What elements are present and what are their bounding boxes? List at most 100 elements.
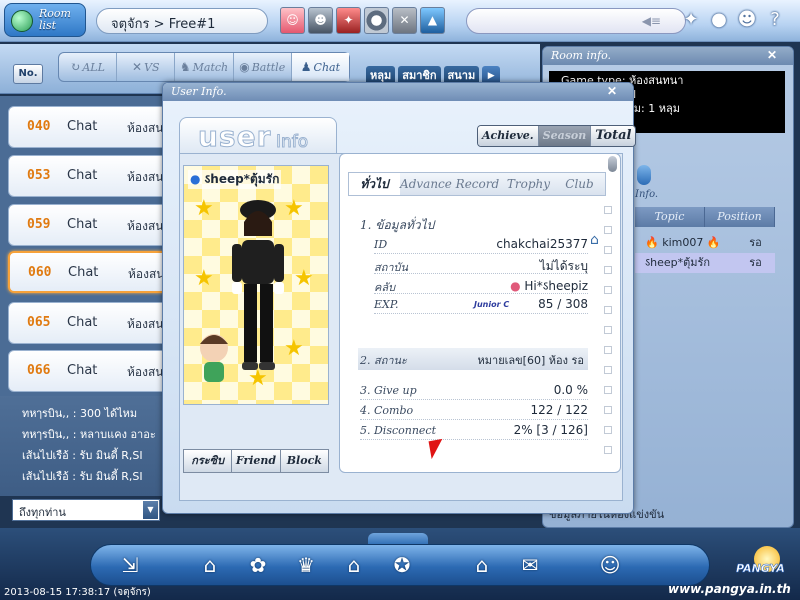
room-row[interactable]: 059 Chat ห้องสน (8, 204, 168, 246)
home-icon[interactable]: ⌂ (590, 232, 599, 248)
info-row-institution: สถาบัน ไม่ได้ระบุ (374, 256, 588, 274)
dialog-header: User Info. ✕ (163, 83, 633, 101)
info-tabs: ทั่วไป Advance Record Trophy Club (348, 172, 606, 196)
player-table-header: Topic Position (635, 207, 775, 227)
room-row[interactable]: 040 Chat ห้องสน (8, 106, 168, 148)
mouse-cursor-icon (428, 438, 446, 460)
checkbox (604, 206, 612, 214)
room-row[interactable]: 053 Chat ห้องสน (8, 155, 168, 197)
help-icon[interactable]: ? (764, 8, 786, 32)
chevron-down-icon[interactable]: ▼ (143, 501, 158, 519)
room-row[interactable]: 066 Chat ห้องสน (8, 350, 168, 392)
caddie-avatar-icon[interactable]: ☻ (308, 7, 333, 34)
block-button[interactable]: Block (281, 450, 328, 472)
chat-target-select[interactable]: ถึงทุกท่าน (12, 499, 160, 521)
tab-advance[interactable]: Advance (400, 173, 452, 195)
character-avatar-icon[interactable]: ☺ (280, 7, 305, 34)
message-icon[interactable]: ● (708, 8, 730, 32)
sort-number-button[interactable]: No. (13, 64, 43, 84)
stat-row-disconnect: 5. Disconnect 2% [3 / 126] (360, 422, 588, 440)
house-icon[interactable]: ⌂ (337, 549, 371, 581)
player-name: ऽheep*ตุ้มรัก (645, 256, 711, 269)
room-list-button[interactable]: Room list (4, 3, 86, 37)
whisper-button[interactable]: กระซิบ (184, 450, 233, 472)
globe-icon (11, 10, 33, 32)
room-number: 065 (27, 315, 51, 330)
tab-achievements[interactable]: Achieve. (478, 126, 539, 146)
stat-scope-tabs: Achieve. Season Total (477, 125, 637, 147)
room-number: 053 (27, 168, 51, 183)
tab-season[interactable]: Season (538, 126, 592, 146)
gift-icon[interactable]: ✿ (241, 549, 275, 581)
user-banner-text: user (197, 120, 272, 154)
info-row-exp: EXP. Junior C 85 / 308 (374, 296, 588, 314)
checkbox (604, 346, 612, 354)
checkbox (604, 406, 612, 414)
checkbox (604, 246, 612, 254)
avatar-name: ● ऽheep*ตุ้มรัก (188, 170, 282, 189)
tab-club[interactable]: Club (554, 173, 605, 195)
tab-total[interactable]: Total (591, 126, 636, 146)
checkbox (604, 306, 612, 314)
room-number: 040 (27, 119, 51, 134)
tab-trophy[interactable]: Trophy (503, 173, 554, 195)
shop-icon[interactable]: ⌂ (193, 549, 227, 581)
room-mode: Chat (67, 217, 98, 232)
room-name: ห้องสน (127, 170, 164, 184)
room-mode: Chat (68, 265, 99, 280)
mail-icon[interactable]: ✉ (513, 549, 547, 581)
website-url: www.pangya.in.th (668, 582, 791, 596)
room-number: 059 (27, 217, 51, 232)
room-mode: Chat (67, 168, 98, 183)
status-row: 2. สถานะ หมายเลข[60] ห้อง รอ (358, 348, 588, 370)
tab-vs[interactable]: ✕ VS (117, 53, 176, 81)
player-row[interactable]: 🔥 kim007 🔥 รอ (635, 233, 775, 253)
checkbox (604, 366, 612, 374)
row-value: Hi*ऽheepiz (524, 279, 588, 293)
ball-icon[interactable] (364, 7, 389, 34)
map-icon[interactable]: ▲ (420, 7, 445, 34)
tab-chat[interactable]: ♟ Chat (291, 53, 350, 81)
chat-bar[interactable]: ◀≡ (466, 8, 686, 34)
tab-all[interactable]: ↻ ALL (59, 53, 118, 81)
tab-battle[interactable]: ◉ Battle (234, 53, 292, 81)
player-row-selected[interactable]: ऽheep*ตุ้มรัก รอ (635, 253, 775, 273)
user-info-banner: user Info (179, 117, 337, 157)
exit-door-icon[interactable]: ⇲ (113, 549, 147, 581)
close-x-icon[interactable]: ✕ (392, 7, 417, 34)
friend-button[interactable]: Friend (232, 450, 281, 472)
chat-line: เส้นไปเรือ้ : รับ มินดี้ R,SI (22, 470, 143, 483)
row-value: 0.0 % (553, 383, 588, 397)
top-bar: Room list จตุจักร > Free#1 ☺ ☻ ✦ ✕ ▲ ◀≡ … (0, 0, 800, 42)
avatar-panel: ★ ★ ★ ★ ★ ★ ● ऽheep*ตุ้มรัก (183, 165, 329, 405)
row-label: คลับ (374, 281, 396, 294)
speaker-icon[interactable]: ◀≡ (642, 14, 661, 28)
room-number: 060 (28, 265, 52, 280)
row-value: chakchai25377 (496, 237, 588, 251)
versus-icon: ✕ (132, 60, 143, 74)
battle-icon: ◉ (239, 60, 250, 74)
close-icon[interactable]: ✕ (607, 84, 617, 98)
mascot-avatar-icon[interactable]: ✦ (336, 7, 361, 34)
checkbox (604, 446, 612, 454)
section-general-title: 1. ข้อมูลทั่วไป (360, 218, 435, 232)
chat-line: ทหๅรบิน,, : 300 ได้ไหม (22, 407, 138, 420)
info-banner-text: Info (275, 132, 309, 153)
settings-icon[interactable]: ☺ (593, 549, 627, 581)
avatar-settings-icon[interactable]: ☻ (736, 8, 758, 32)
trophy-icon[interactable]: ♛ (289, 549, 323, 581)
tab-match[interactable]: ♞ Match (175, 53, 234, 81)
quick-avatar-bar: ☺ ☻ ✦ ✕ ▲ (280, 7, 445, 34)
tab-record[interactable]: Record (452, 173, 503, 195)
close-icon[interactable]: ✕ (767, 48, 777, 62)
room-row[interactable]: 065 Chat ห้องสน (8, 302, 168, 344)
chat-log: ทหๅรบิน,, : 300 ได้ไหม ทหๅรบิน,, : หลาบแ… (0, 396, 170, 496)
scrollbar-thumb[interactable] (608, 156, 617, 172)
sparkle-icon[interactable]: ✦ (680, 8, 702, 32)
room-list-label: Room list (39, 7, 71, 32)
checkbox (604, 386, 612, 394)
tab-general[interactable]: ทั่วไป (349, 173, 401, 195)
cards-icon[interactable]: ✪ (385, 549, 419, 581)
room-row-selected[interactable]: 060 Chat ห้องสน (8, 251, 168, 293)
home-button-icon[interactable]: ⌂ (465, 549, 499, 581)
